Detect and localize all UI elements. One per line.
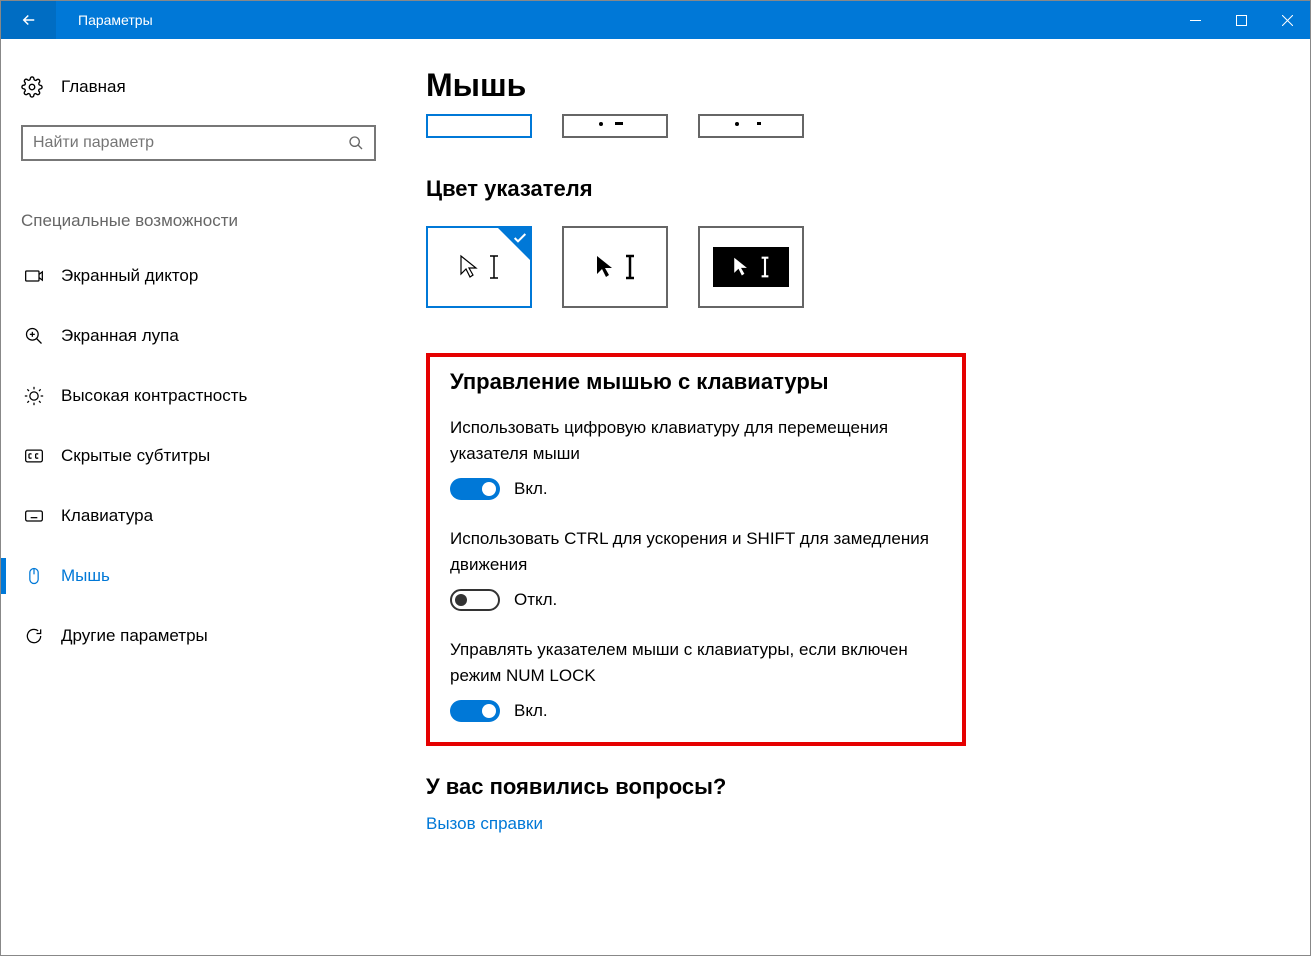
search-icon	[348, 135, 364, 151]
minimize-icon	[1190, 15, 1201, 26]
magnifier-icon	[23, 325, 45, 347]
keyboard-icon	[23, 505, 45, 527]
pointer-color-inverted[interactable]	[698, 226, 804, 308]
sidebar-item-closed-captions[interactable]: Скрытые субтитры	[21, 431, 391, 481]
setting-1-toggle-row: Вкл.	[450, 478, 942, 500]
pointer-size-option-3[interactable]	[698, 114, 804, 138]
close-button[interactable]	[1264, 1, 1310, 39]
cursor-white-preview	[459, 254, 499, 280]
home-label: Главная	[61, 77, 126, 97]
keyboard-mouse-heading: Управление мышью с клавиатуры	[450, 369, 942, 395]
contrast-icon	[23, 385, 45, 407]
main-content: Мышь Цвет указателя	[391, 39, 1310, 955]
setting-1-toggle[interactable]	[450, 478, 500, 500]
captions-icon	[23, 445, 45, 467]
sidebar-item-label: Скрытые субтитры	[61, 446, 210, 466]
close-icon	[1282, 15, 1293, 26]
window-title: Параметры	[78, 12, 1172, 28]
help-link[interactable]: Вызов справки	[426, 814, 1270, 834]
sidebar-item-keyboard[interactable]: Клавиатура	[21, 491, 391, 541]
sidebar-item-label: Мышь	[61, 566, 110, 586]
home-button[interactable]: Главная	[21, 67, 391, 107]
pointer-color-heading: Цвет указателя	[426, 176, 1270, 202]
setting-3-toggle-row: Вкл.	[450, 700, 942, 722]
narrator-icon	[23, 265, 45, 287]
maximize-icon	[1236, 15, 1247, 26]
search-input-wrapper[interactable]	[21, 125, 376, 161]
setting-2-toggle[interactable]	[450, 589, 500, 611]
sidebar-item-label: Клавиатура	[61, 506, 153, 526]
pointer-color-black[interactable]	[562, 226, 668, 308]
sync-icon	[23, 625, 45, 647]
cursor-black-preview	[595, 254, 635, 280]
search-input[interactable]	[33, 134, 348, 152]
pointer-size-option-2[interactable]	[562, 114, 668, 138]
sidebar-nav: Экранный диктор Экранная лупа Высокая ко…	[21, 251, 391, 661]
sidebar-item-label: Экранный диктор	[61, 266, 198, 286]
gear-icon	[21, 76, 43, 98]
sidebar-item-label: Экранная лупа	[61, 326, 179, 346]
sidebar-item-other[interactable]: Другие параметры	[21, 611, 391, 661]
mouse-icon	[23, 565, 45, 587]
sidebar-item-label: Высокая контрастность	[61, 386, 247, 406]
pointer-size-option-1[interactable]	[426, 114, 532, 138]
sidebar-item-label: Другие параметры	[61, 626, 208, 646]
setting-2-state: Откл.	[514, 590, 557, 610]
pointer-color-white[interactable]	[426, 226, 532, 308]
back-button[interactable]	[1, 1, 56, 39]
keyboard-mouse-section: Управление мышью с клавиатуры Использова…	[426, 353, 966, 746]
sidebar-item-magnifier[interactable]: Экранная лупа	[21, 311, 391, 361]
page-title: Мышь	[426, 67, 1270, 104]
pointer-color-row	[426, 226, 1270, 308]
cursor-inverted-preview	[713, 247, 789, 287]
setting-3-toggle[interactable]	[450, 700, 500, 722]
questions-heading: У вас появились вопросы?	[426, 774, 1270, 800]
questions-section: У вас появились вопросы? Вызов справки	[426, 774, 1270, 834]
minimize-button[interactable]	[1172, 1, 1218, 39]
cursor-dots-icon	[595, 119, 635, 133]
sidebar: Главная Специальные возможности Экранный…	[1, 39, 391, 955]
setting-2-label: Использовать CTRL для ускорения и SHIFT …	[450, 526, 940, 577]
cursor-dots-icon	[731, 119, 771, 133]
sidebar-item-narrator[interactable]: Экранный диктор	[21, 251, 391, 301]
check-icon	[512, 230, 528, 246]
arrow-left-icon	[20, 11, 38, 29]
maximize-button[interactable]	[1218, 1, 1264, 39]
sidebar-item-mouse[interactable]: Мышь	[21, 551, 391, 601]
setting-2-toggle-row: Откл.	[450, 589, 942, 611]
title-bar: Параметры	[1, 1, 1310, 39]
sidebar-section-label: Специальные возможности	[21, 211, 391, 231]
sidebar-item-high-contrast[interactable]: Высокая контрастность	[21, 371, 391, 421]
pointer-size-row	[426, 114, 1270, 138]
setting-1-label: Использовать цифровую клавиатуру для пер…	[450, 415, 940, 466]
setting-1-state: Вкл.	[514, 479, 548, 499]
setting-3-state: Вкл.	[514, 701, 548, 721]
setting-3-label: Управлять указателем мыши с клавиатуры, …	[450, 637, 940, 688]
window-controls	[1172, 1, 1310, 39]
